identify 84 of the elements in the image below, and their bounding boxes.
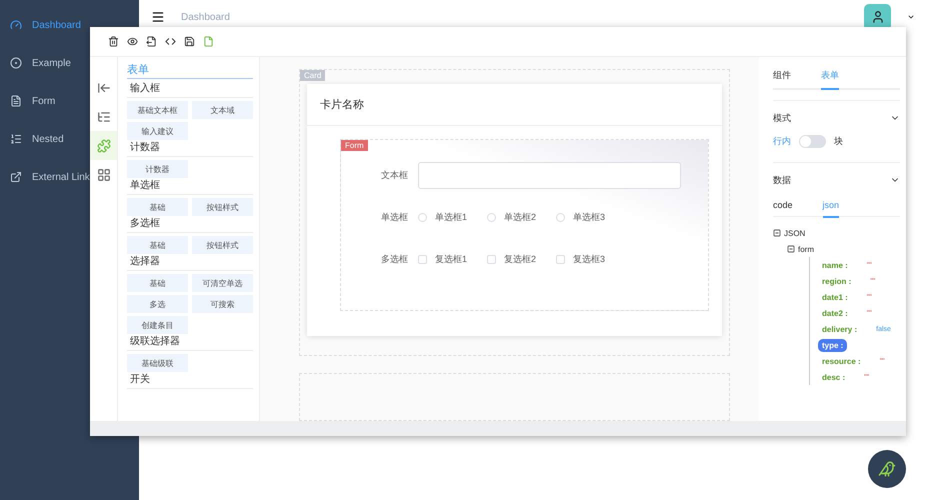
- checkbox-option[interactable]: 复选框1: [418, 252, 468, 266]
- grid-icon: [96, 168, 110, 182]
- json-key[interactable]: date2 :: [818, 306, 852, 320]
- option-label: 单选框2: [504, 210, 536, 224]
- component-chip[interactable]: 创建条目: [127, 316, 188, 334]
- save-icon[interactable]: [184, 36, 195, 47]
- circle-icon: [10, 57, 22, 69]
- checkbox-option[interactable]: 复选框3: [556, 252, 606, 266]
- tree-node[interactable]: JSON: [784, 228, 806, 238]
- group-title: 输入框: [127, 83, 253, 98]
- json-key[interactable]: delivery :: [818, 322, 862, 336]
- eye-icon[interactable]: [127, 36, 138, 47]
- option-label: 单选框1: [435, 210, 468, 224]
- card-title: 卡片名称: [307, 84, 722, 126]
- component-chip[interactable]: 输入建议: [127, 122, 188, 140]
- collapse-icon[interactable]: [773, 229, 781, 237]
- component-chip[interactable]: 文本域: [192, 101, 253, 119]
- component-chip[interactable]: 可搜索: [192, 295, 253, 313]
- code-icon[interactable]: [165, 36, 176, 47]
- field-label: 文本框: [381, 168, 409, 182]
- json-key[interactable]: desc :: [818, 370, 850, 384]
- component-chip[interactable]: 可清空单选: [192, 274, 253, 292]
- component-chip[interactable]: 按钮样式: [192, 198, 253, 216]
- radio-option[interactable]: 单选框2: [487, 210, 536, 224]
- component-chip[interactable]: 基础: [127, 274, 188, 292]
- radio-option[interactable]: 单选框3: [556, 210, 606, 224]
- document-icon: [10, 95, 22, 107]
- list-icon: [10, 133, 22, 145]
- gauge-icon: [10, 19, 22, 31]
- component-chip[interactable]: 按钮样式: [192, 236, 253, 254]
- caret-icon[interactable]: [907, 13, 915, 21]
- json-key[interactable]: type :: [818, 338, 848, 352]
- delete-icon[interactable]: [108, 36, 119, 47]
- panel-tab[interactable]: 组件: [773, 69, 791, 90]
- collapse-icon[interactable]: [787, 245, 795, 253]
- menu-icon[interactable]: [151, 10, 165, 24]
- checkbox-option[interactable]: 复选框2: [487, 252, 536, 266]
- json-key[interactable]: date1 :: [818, 290, 852, 304]
- puzzle-icon: [96, 138, 110, 152]
- group-title: 计数器: [127, 142, 253, 157]
- card-tag: Card: [300, 70, 326, 81]
- switch-label: 块: [834, 135, 843, 148]
- group-title: 选择器: [127, 256, 253, 271]
- section-title: 模式: [773, 112, 791, 124]
- component-chip[interactable]: 基础: [127, 198, 188, 216]
- section-title: 数据: [773, 174, 791, 186]
- external-link-icon: [10, 171, 22, 183]
- checkbox[interactable]: [418, 254, 427, 264]
- field-label: 单选框: [381, 210, 409, 224]
- field-label: 多选框: [381, 252, 409, 266]
- tree-node[interactable]: form: [798, 244, 814, 254]
- option-label: 复选框3: [573, 252, 606, 266]
- json-key[interactable]: region :: [818, 274, 856, 288]
- group-title: 级联选择器: [127, 336, 253, 351]
- mode-switch[interactable]: [799, 135, 826, 148]
- checkbox[interactable]: [487, 254, 496, 264]
- group-title: 开关: [127, 374, 253, 389]
- radio-option[interactable]: 单选框1: [418, 210, 468, 224]
- component-chip[interactable]: 基础: [127, 236, 188, 254]
- group-title: 多选框: [127, 218, 253, 233]
- radio-circle[interactable]: [418, 212, 427, 222]
- switch-label: 行内: [773, 135, 791, 148]
- radio-circle[interactable]: [487, 212, 496, 222]
- option-label: 复选框2: [504, 252, 536, 266]
- component-chip[interactable]: 基础级联: [127, 354, 188, 372]
- component-chip[interactable]: 计数器: [127, 160, 188, 178]
- checkbox[interactable]: [556, 254, 566, 264]
- form-tag: Form: [341, 140, 368, 151]
- option-label: 单选框3: [573, 210, 606, 224]
- radio-circle[interactable]: [556, 212, 566, 222]
- export-icon[interactable]: [146, 36, 157, 47]
- collapse-icon: [96, 80, 110, 94]
- text-input[interactable]: [418, 162, 681, 188]
- component-chip[interactable]: 基础文本框: [127, 101, 188, 119]
- bird-icon: [878, 460, 896, 478]
- tree-icon: [96, 110, 110, 124]
- option-label: 复选框1: [435, 252, 468, 266]
- component-chip[interactable]: 多选: [127, 295, 188, 313]
- data-tab[interactable]: code: [773, 200, 793, 218]
- palette-title: 表单: [127, 62, 253, 79]
- sidebar-item[interactable]: Dashboard: [0, 6, 139, 44]
- json-key[interactable]: resource :: [818, 354, 865, 368]
- group-title: 单选框: [127, 180, 253, 195]
- json-key[interactable]: name :: [818, 258, 852, 272]
